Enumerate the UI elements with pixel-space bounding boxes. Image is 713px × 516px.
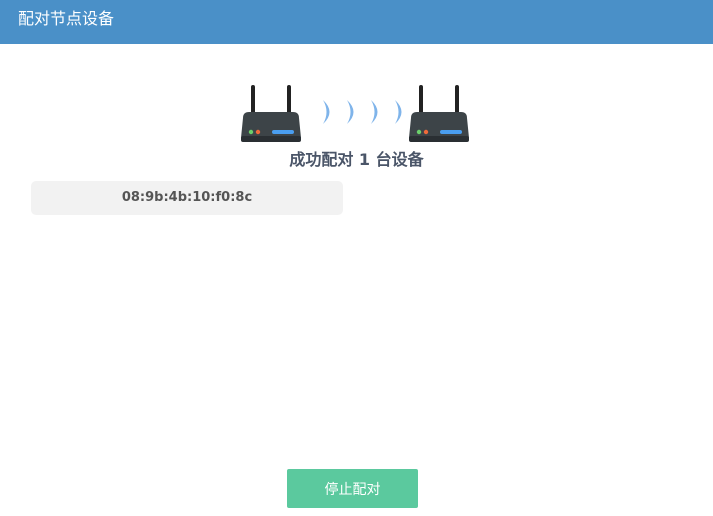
paired-device-item: 08:9b:4b:10:f0:8c (31, 181, 343, 215)
signal-wave-icon (371, 100, 378, 124)
pairing-illustration (236, 82, 476, 146)
paired-device-list: 08:9b:4b:10:f0:8c (31, 181, 343, 215)
dialog-title: 配对节点设备 (18, 9, 115, 28)
router-icon (409, 85, 469, 142)
dialog-header: 配对节点设备 (0, 0, 713, 44)
pairing-status-text: 成功配对 1 台设备 (289, 150, 424, 169)
stop-pairing-button[interactable]: 停止配对 (287, 469, 418, 508)
signal-wave-icon (323, 100, 330, 124)
router-icon (241, 85, 301, 142)
signal-wave-icon (347, 100, 354, 124)
